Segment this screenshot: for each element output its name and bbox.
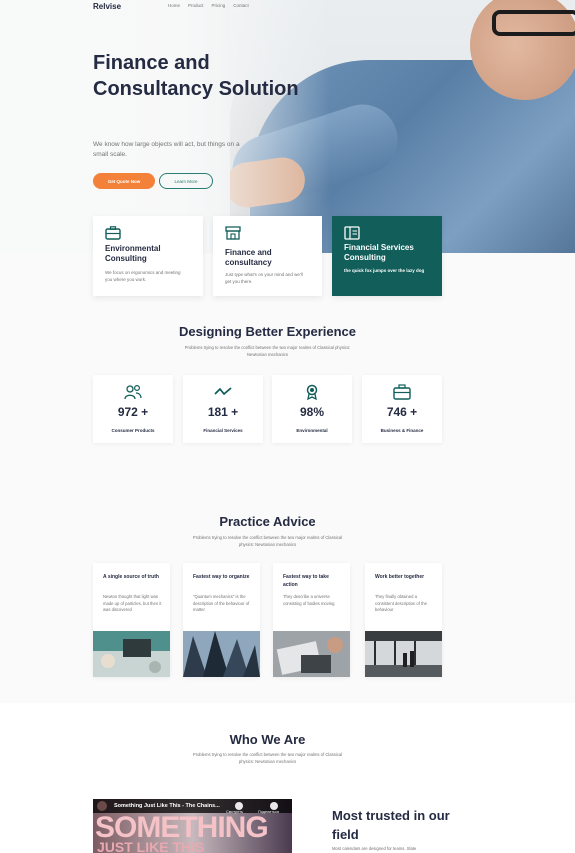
section-subtitle: Problems trying to resolve the conflict … (192, 535, 343, 547)
trusted-title: Most trusted in our field (332, 808, 450, 842)
briefcase-icon (393, 384, 411, 400)
watch-later-label: Смотреть (226, 810, 243, 814)
practice-title: Work better together (375, 574, 425, 580)
users-icon (124, 384, 142, 400)
shop-icon (225, 226, 241, 240)
award-icon (306, 384, 318, 400)
section-title: Who We Are (229, 732, 306, 747)
nav-contact[interactable]: Contact (233, 3, 249, 8)
brand-logo[interactable]: Relvise (93, 2, 121, 11)
service-text: Just type what's on your mind and we'll … (225, 272, 303, 284)
stat-label: Business & Finance (380, 428, 424, 433)
practice-image (93, 631, 170, 677)
practice-text: Newton thought that light was made up of… (103, 594, 162, 612)
practice-title: Fastest way to organize (193, 574, 250, 580)
service-text: We focus on ergonomics and meeting you w… (105, 270, 181, 282)
nav-product[interactable]: Product (188, 3, 204, 8)
video-thumbnail-subtext: JUST LIKE THIS (97, 839, 205, 853)
practice-image (273, 631, 350, 677)
practice-card[interactable]: Fastest way to take action They describe… (273, 563, 350, 677)
practice-title: Fastest way to take action (283, 574, 329, 588)
trusted-subtitle: Most calendars are designed for teams. S… (332, 846, 417, 851)
stat-label: Environmental (296, 428, 328, 433)
practice-text: "Quantum mechanics" is the description o… (193, 594, 250, 612)
hero-subtitle: We know how large objects will act, but … (93, 141, 240, 158)
section-subtitle: Problems trying to resolve the conflict … (192, 752, 343, 764)
learn-more-button[interactable]: Learn More (159, 173, 213, 189)
section-subtitle: Problems trying to resolve the conflict … (184, 345, 351, 357)
stat-card: 746 + Business & Finance (362, 375, 442, 443)
stat-value: 746 + (386, 405, 418, 419)
stat-value: 972 + (117, 405, 149, 419)
practice-text: They describe a universe consisting of b… (283, 594, 335, 606)
book-icon (344, 226, 360, 240)
channel-avatar[interactable] (97, 801, 107, 811)
stat-label: Consumer Products (111, 428, 155, 433)
stat-card: 98% Environmental (272, 375, 352, 443)
stat-label: Financial Services (203, 428, 243, 433)
practice-text: They finally obtained a consistent descr… (375, 594, 427, 612)
stat-value: 181 + (207, 405, 239, 419)
video-title[interactable]: Something Just Like This - The Chains... (114, 803, 220, 809)
nav-home[interactable]: Home (168, 3, 180, 8)
service-title: Finance and consultancy (225, 248, 272, 267)
service-card[interactable]: Finance and consultancy Just type what's… (213, 216, 322, 296)
service-text: the quick fox jumps over the lazy dog (344, 268, 425, 273)
section-title: Practice Advice (219, 514, 316, 529)
video-player[interactable]: SOMETHING JUST LIKE THIS Something Just … (93, 799, 292, 853)
watch-later-icon[interactable] (235, 802, 243, 810)
practice-card[interactable]: A single source of truth Newton thought … (93, 563, 170, 677)
share-icon[interactable] (270, 802, 278, 810)
main-nav: Home Product Pricing Contact (168, 3, 249, 8)
practice-card[interactable]: Work better together They finally obtain… (365, 563, 442, 677)
practice-card[interactable]: Fastest way to organize "Quantum mechani… (183, 563, 260, 677)
stat-card: 181 + Financial Services (183, 375, 263, 443)
practice-image (183, 631, 260, 677)
service-card[interactable]: Environmental Consulting We focus on erg… (93, 216, 203, 296)
stat-card: 972 + Consumer Products (93, 375, 173, 443)
practice-image (365, 631, 442, 677)
service-title: Financial Services Consulting (344, 243, 414, 262)
service-card-active[interactable]: Financial Services Consulting the quick … (332, 216, 442, 296)
briefcase-icon (105, 226, 121, 240)
stat-value: 98% (299, 405, 325, 419)
hero-title: Finance and Consultancy Solution (93, 52, 299, 100)
nav-pricing[interactable]: Pricing (212, 3, 226, 8)
service-title: Environmental Consulting (105, 244, 161, 263)
practice-title: A single source of truth (103, 574, 159, 580)
share-label: Поделиться (258, 810, 279, 814)
trend-icon (214, 387, 232, 395)
get-quote-button[interactable]: Get Quote Now (93, 173, 155, 189)
section-title: Designing Better Experience (179, 324, 356, 339)
